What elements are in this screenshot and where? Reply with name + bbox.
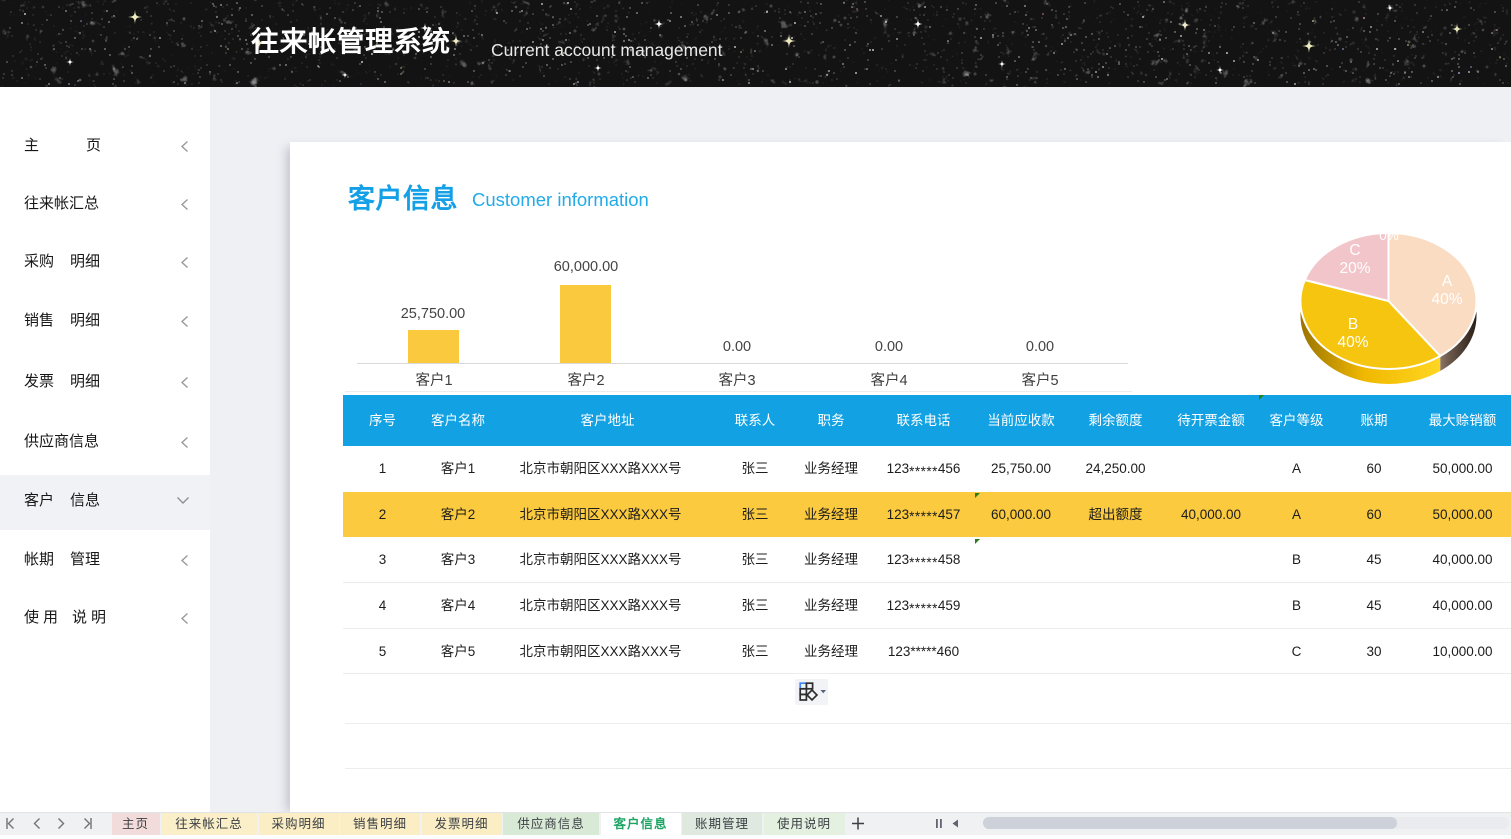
svg-text:C: C [1349, 242, 1360, 259]
svg-text:40%: 40% [1337, 334, 1368, 351]
svg-text:A: A [1442, 273, 1453, 290]
svg-text:0%: 0% [1379, 228, 1399, 243]
svg-text:40%: 40% [1431, 291, 1462, 308]
svg-text:B: B [1348, 316, 1358, 333]
svg-text:20%: 20% [1339, 260, 1370, 277]
